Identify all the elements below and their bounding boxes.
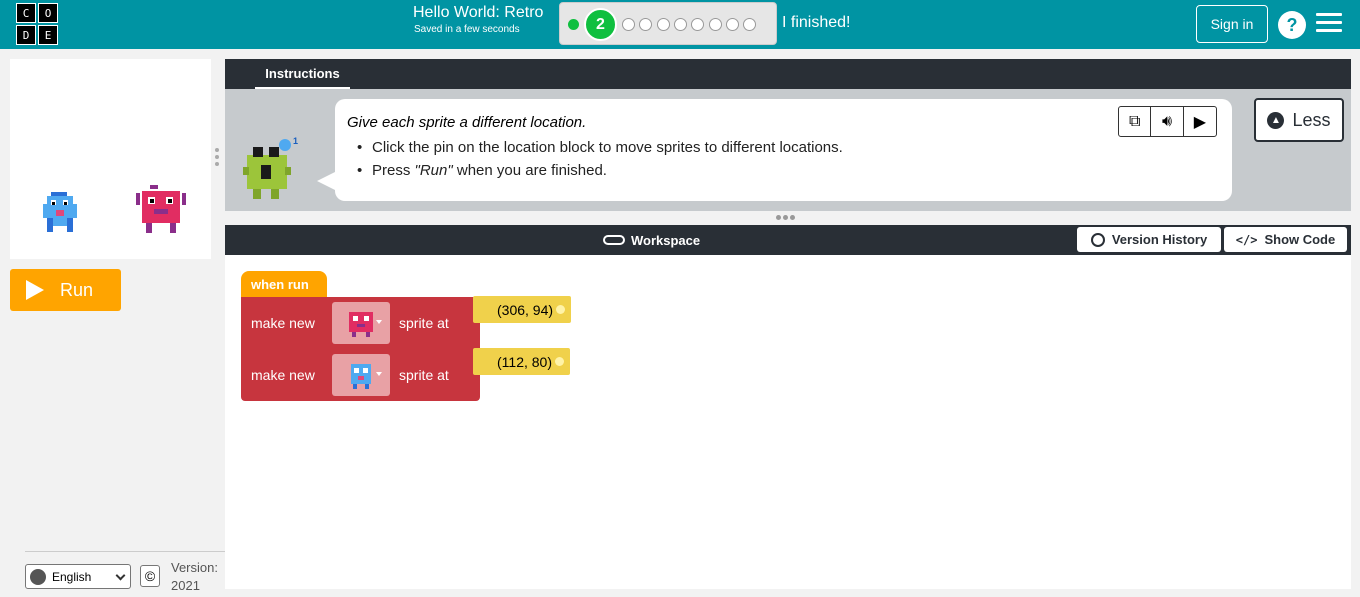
finished-link[interactable]: I finished! (782, 14, 850, 32)
hamburger-menu-icon[interactable] (1316, 13, 1342, 33)
game-stage[interactable] (10, 59, 211, 259)
globe-icon (30, 568, 46, 585)
chevron-down-icon (115, 570, 126, 581)
instruction-step: Click the pin on the location block to m… (357, 139, 843, 156)
current-level-badge[interactable]: 2 (584, 8, 617, 41)
play-icon (26, 280, 44, 300)
instruction-main-text: Give each sprite a different location. (347, 114, 587, 131)
footer-divider (25, 551, 225, 552)
header-bar: C O D E Hello World: Retro Saved in a fe… (0, 0, 1360, 49)
level-dot[interactable] (708, 18, 722, 31)
workspace-title: Workspace (603, 225, 700, 255)
level-dot[interactable] (639, 18, 653, 31)
version-history-button[interactable]: Version History (1077, 227, 1221, 252)
pink-alien-icon (349, 312, 373, 337)
help-icon[interactable]: ? (1278, 11, 1306, 39)
audio-controls: ⧉ 🔊︎ ▶ (1118, 106, 1217, 137)
stage-resize-handle[interactable] (215, 148, 219, 170)
language-value: English (52, 569, 92, 584)
saved-status: Saved in a few seconds (414, 24, 520, 35)
instructions-resize-handle[interactable] (776, 215, 800, 221)
mute-icon[interactable]: ⧉ (1119, 107, 1152, 136)
show-code-label: Show Code (1264, 232, 1336, 247)
location-pin-icon[interactable] (556, 305, 566, 314)
version-label: Version: (171, 560, 218, 575)
play-audio-icon[interactable]: ▶ (1184, 107, 1216, 136)
stage-sprites (43, 185, 186, 233)
make-sprite-block[interactable]: make new sprite at (241, 349, 480, 401)
level-dot[interactable] (673, 18, 687, 31)
version-value: 2021 (171, 578, 200, 593)
instruction-step: Press "Run" when you are finished. (357, 162, 843, 179)
sign-in-button[interactable]: Sign in (1196, 5, 1268, 43)
chevron-up-icon: ▲ (1267, 111, 1285, 129)
workspace-header: Workspace Version History </> Show Code (225, 225, 1351, 255)
less-button[interactable]: ▲ Less (1254, 98, 1344, 142)
block-prefix: make new (251, 367, 315, 383)
less-label: Less (1292, 109, 1331, 130)
location-pin-icon[interactable] (555, 357, 564, 366)
level-dot[interactable] (622, 18, 635, 31)
location-block[interactable]: (306, 94) (473, 296, 572, 323)
when-run-block[interactable]: when run (241, 271, 327, 297)
location-value: (112, 80) (497, 353, 552, 370)
level-dot[interactable] (656, 18, 670, 31)
logo-letter-c: C (16, 3, 36, 23)
tab-instructions[interactable]: Instructions (255, 59, 350, 89)
logo-letter-o: O (38, 3, 58, 23)
location-value: (306, 94) (497, 301, 554, 318)
blue-alien-icon (351, 364, 371, 389)
copyright-button[interactable]: © (140, 565, 160, 587)
level-progress: 2 (559, 2, 777, 45)
level-dot-completed[interactable] (568, 19, 579, 30)
instructions-bubble: Give each sprite a different location. C… (317, 99, 1232, 201)
logo-letter-e: E (38, 25, 58, 45)
logo-letter-d: D (16, 25, 36, 45)
instruction-steps: Click the pin on the location block to m… (357, 139, 843, 185)
language-select[interactable]: English (25, 564, 131, 589)
avatar-badge: 1 (293, 136, 299, 146)
workspace-canvas[interactable]: when run make new sprite at (306, 94) ma… (225, 255, 1351, 589)
speaker-icon[interactable]: 🔊︎ (1151, 107, 1184, 136)
code-org-logo[interactable]: C O D E (16, 3, 58, 45)
make-sprite-block[interactable]: make new sprite at (241, 297, 480, 349)
instructions-header: Instructions (225, 59, 1351, 89)
workspace-title-text: Workspace (631, 232, 701, 248)
block-prefix: make new (251, 315, 315, 331)
code-icon: </> (1235, 232, 1258, 247)
show-code-button[interactable]: </> Show Code (1224, 227, 1347, 252)
sprite-picker[interactable] (332, 302, 390, 344)
project-title[interactable]: Hello World: Retro (413, 4, 543, 22)
sprite-picker[interactable] (332, 354, 390, 396)
version-info: Version: 2021 (171, 559, 218, 595)
instructions-avatar (243, 139, 291, 199)
dropdown-arrow-icon (376, 372, 382, 376)
level-dot[interactable] (725, 18, 739, 31)
level-dot[interactable] (743, 18, 757, 31)
blue-alien-sprite (43, 192, 77, 232)
block-suffix: sprite at (399, 367, 449, 383)
level-dot[interactable] (691, 18, 705, 31)
location-block[interactable]: (112, 80) (473, 348, 570, 375)
instructions-panel: 1 Give each sprite a different location.… (225, 89, 1351, 211)
link-icon (603, 235, 625, 245)
version-history-label: Version History (1111, 232, 1208, 247)
dropdown-arrow-icon (376, 320, 382, 324)
pink-alien-sprite (136, 185, 186, 233)
run-label: Run (60, 279, 94, 300)
run-button[interactable]: Run (10, 269, 121, 311)
clock-icon (1090, 232, 1105, 247)
block-suffix: sprite at (399, 315, 449, 331)
